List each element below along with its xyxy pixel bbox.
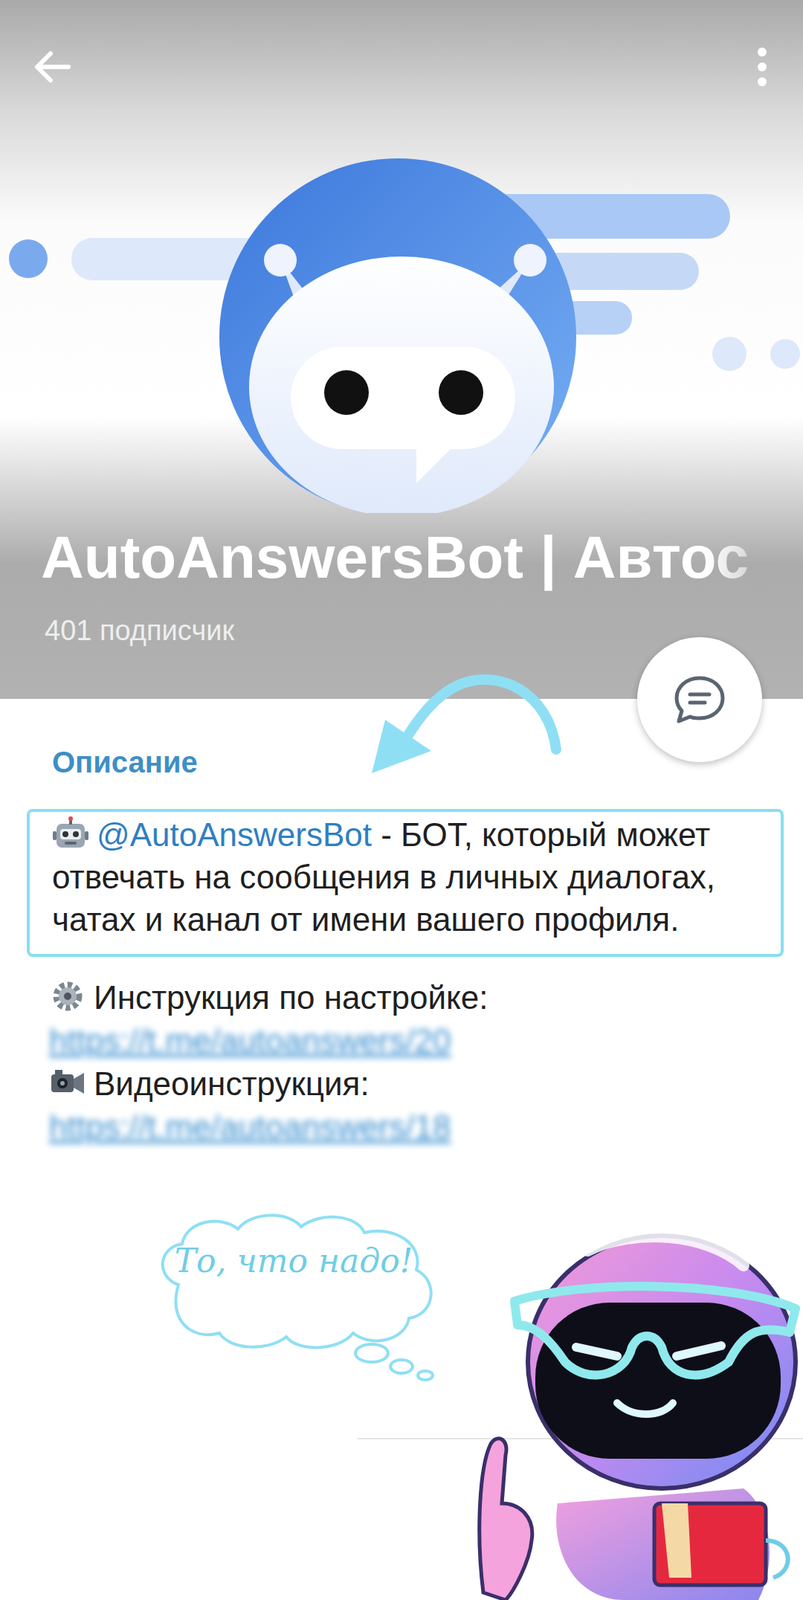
- top-bar: [0, 0, 803, 149]
- bubble-text: То, что надо!: [163, 1238, 424, 1284]
- channel-header: AutoAnswersBot | Автос 401 подписчик: [0, 0, 803, 699]
- chat-bubble-icon: [672, 673, 728, 726]
- channel-title-box: AutoAnswersBot | Автос: [0, 513, 803, 603]
- description-box: @AutoAnswersBot - БОТ, который может отв…: [26, 808, 784, 957]
- channel-avatar-icon: [0, 148, 803, 514]
- instruction-url[interactable]: https://t.me/autoanswers/20: [49, 1019, 774, 1063]
- thought-bubble: То, что надо!: [148, 1210, 454, 1382]
- back-arrow-icon[interactable]: [29, 44, 75, 90]
- instruction-link-row: Инструкция по настройке:https://t.me/aut…: [49, 976, 774, 1063]
- instruction-label: Инструкция по настройке:: [93, 979, 489, 1016]
- pointer-arrow-icon: [349, 661, 573, 796]
- instruction-link-row: Видеоинструкция:https://t.me/autoanswers…: [49, 1062, 774, 1149]
- robot-sticker-icon: [446, 1220, 803, 1600]
- bot-mention-link[interactable]: @AutoAnswersBot: [96, 816, 372, 853]
- instruction-links: Инструкция по настройке:https://t.me/aut…: [0, 956, 803, 1149]
- menu-dots-icon[interactable]: [750, 44, 774, 90]
- instruction-label: Видеоинструкция:: [93, 1065, 370, 1102]
- channel-title: AutoAnswersBot | Автос: [40, 524, 749, 591]
- cloud-icon: [148, 1210, 454, 1382]
- comments-button[interactable]: [637, 637, 763, 763]
- camera-icon: [49, 1065, 87, 1100]
- robot-icon: [52, 816, 90, 851]
- instruction-url[interactable]: https://t.me/autoanswers/18: [49, 1105, 774, 1149]
- gear-icon: [49, 979, 87, 1014]
